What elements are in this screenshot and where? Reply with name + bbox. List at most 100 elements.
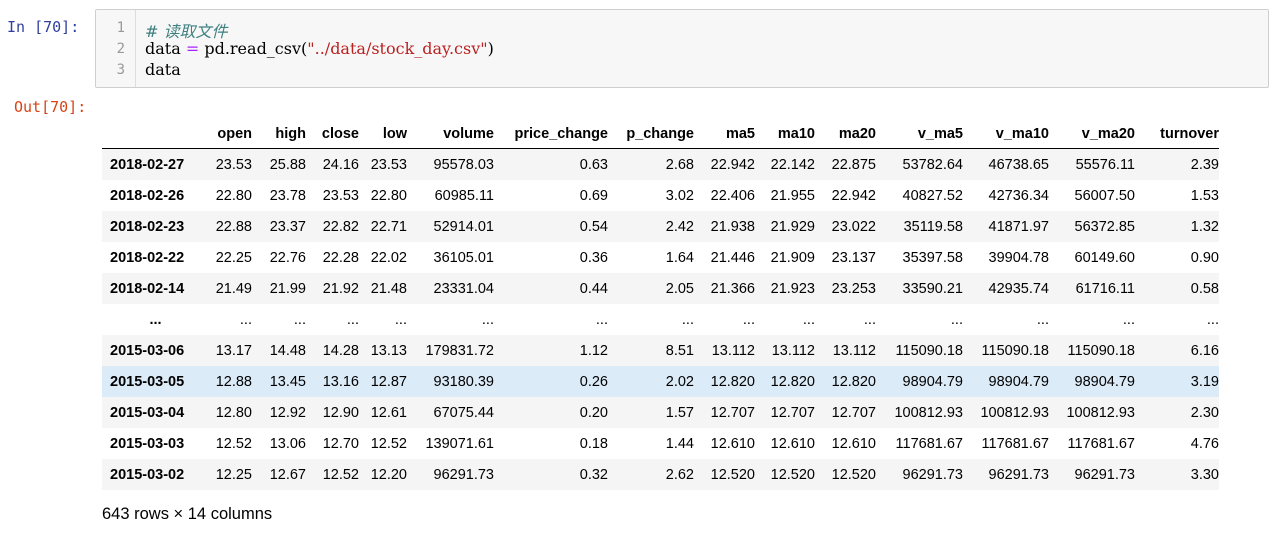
column-header: p_change: [608, 111, 694, 149]
table-cell: 12.52: [370, 435, 407, 452]
table-cell: 2.42: [665, 218, 694, 235]
table-cell: 21.929: [770, 218, 815, 235]
table-cell: 22.76: [269, 249, 306, 266]
table-cell: 12.610: [710, 435, 755, 452]
table-cell: 22.942: [831, 187, 876, 204]
table-cell: 21.49: [215, 280, 252, 297]
table-cell: 12.707: [710, 404, 755, 421]
output-prompt: Out[70]:: [14, 98, 87, 116]
column-header: close: [306, 111, 359, 149]
table-cell: ...: [481, 311, 494, 328]
table-cell: 8.51: [665, 342, 694, 359]
table-cell: 13.16: [322, 373, 359, 390]
table-cell: 0.36: [579, 249, 608, 266]
column-header: ma5: [694, 111, 755, 149]
table-cell: 40827.52: [902, 187, 963, 204]
table-row: 2018-02-27 23.53 25.88 24.16 23.53 95578.03 0.…: [102, 148, 1219, 180]
row-index: 2015-03-03: [110, 435, 185, 452]
table-cell: 22.875: [831, 156, 876, 173]
table-cell: 12.520: [710, 466, 755, 483]
line-number: 3: [116, 62, 125, 78]
line-number: 2: [116, 41, 125, 57]
table-cell: 22.02: [370, 249, 407, 266]
table-cell: 0.18: [579, 435, 608, 452]
table-cell: 6.16: [1190, 342, 1219, 359]
table-cell: 12.70: [322, 435, 359, 452]
code-input-area[interactable]: 1 2 3 # 读取文件 data = pd.read_csv("../data…: [95, 9, 1269, 88]
code-line-3: data: [145, 60, 181, 79]
table-cell: 13.112: [771, 342, 815, 359]
table-cell: 25.88: [269, 156, 306, 173]
table-cell: 93180.39: [433, 373, 494, 390]
row-index: 2015-03-06: [110, 342, 185, 359]
table-cell: ...: [802, 311, 815, 328]
table-cell: 98904.79: [1074, 373, 1135, 390]
table-cell: ...: [863, 311, 876, 328]
table-cell: 96291.73: [433, 466, 494, 483]
table-cell: 12.52: [322, 466, 359, 483]
table-cell: 12.90: [322, 404, 359, 421]
table-cell: 56007.50: [1074, 187, 1135, 204]
table-cell: 100812.93: [1066, 404, 1135, 421]
row-index: 2015-03-05: [110, 373, 185, 390]
table-cell: 95578.03: [433, 156, 494, 173]
code-call: pd.read_csv(: [199, 39, 308, 58]
table-cell: 60985.11: [434, 187, 494, 204]
table-cell: 2.62: [665, 466, 694, 483]
table-cell: 12.520: [770, 466, 815, 483]
table-cell: 2.39: [1190, 156, 1219, 173]
table-cell: 0.20: [579, 404, 608, 421]
table-cell: 1.57: [665, 404, 694, 421]
table-row: 2015-03-02 12.25 12.67 12.52 12.20 96291.73 0.…: [102, 459, 1219, 490]
row-index: 2015-03-02: [110, 466, 185, 483]
code-line-2: data = pd.read_csv("../data/stock_day.cs…: [145, 39, 494, 58]
table-cell: 23.137: [831, 249, 876, 266]
table-cell: 22.88: [215, 218, 252, 235]
table-cell: 21.955: [770, 187, 815, 204]
table-cell: 46738.65: [988, 156, 1049, 173]
table-cell: 22.82: [322, 218, 359, 235]
table-cell: 100812.93: [894, 404, 963, 421]
table-cell: 13.13: [370, 342, 407, 359]
table-cell: 36105.01: [433, 249, 494, 266]
row-index: 2015-03-04: [110, 404, 185, 421]
table-cell: 13.112: [832, 342, 876, 359]
table-cell: ...: [1122, 311, 1135, 328]
table-cell: 22.80: [215, 187, 252, 204]
ellipsis-row: ........................................…: [102, 304, 1219, 335]
table-cell: 115090.18: [981, 342, 1049, 359]
table-row: 2018-02-22 22.25 22.76 22.28 22.02 36105.01 0.…: [102, 242, 1219, 273]
table-cell: 3.30: [1190, 466, 1219, 483]
column-header: low: [359, 111, 407, 149]
table-cell: 39904.78: [988, 249, 1049, 266]
table-row: 2015-03-04 12.80 12.92 12.90 12.61 67075.44 0.…: [102, 397, 1219, 428]
table-cell: 98904.79: [988, 373, 1049, 390]
table-cell: 21.938: [710, 218, 755, 235]
row-index: 2018-02-23: [110, 218, 185, 235]
table-cell: 117681.67: [895, 435, 963, 452]
table-cell: 179831.72: [425, 342, 494, 359]
table-cell: 21.909: [770, 249, 815, 266]
table-cell: 12.52: [215, 435, 252, 452]
column-header: price_change: [494, 111, 608, 149]
input-prompt: In [70]:: [7, 18, 80, 36]
table-cell: 22.25: [215, 249, 252, 266]
table-cell: 22.406: [710, 187, 755, 204]
table-cell: 14.28: [322, 342, 359, 359]
table-cell: 1.12: [579, 342, 608, 359]
table-cell: 3.02: [665, 187, 694, 204]
table-cell: 52914.01: [433, 218, 494, 235]
table-cell: 0.63: [579, 156, 608, 173]
table-cell: 23.53: [322, 187, 359, 204]
table-cell: 55576.11: [1075, 156, 1135, 173]
table-cell: 33590.21: [902, 280, 963, 297]
table-cell: 22.80: [370, 187, 407, 204]
table-cell: 22.942: [710, 156, 755, 173]
table-cell: 42736.34: [988, 187, 1049, 204]
column-header: open: [201, 111, 252, 149]
table-cell: 23331.04: [433, 280, 494, 297]
table-row: 2015-03-03 12.52 13.06 12.70 12.52 139071.61 0…: [102, 428, 1219, 459]
table-cell: 1.32: [1190, 218, 1219, 235]
code-variable: data: [145, 60, 181, 79]
table-cell: 41871.97: [988, 218, 1049, 235]
